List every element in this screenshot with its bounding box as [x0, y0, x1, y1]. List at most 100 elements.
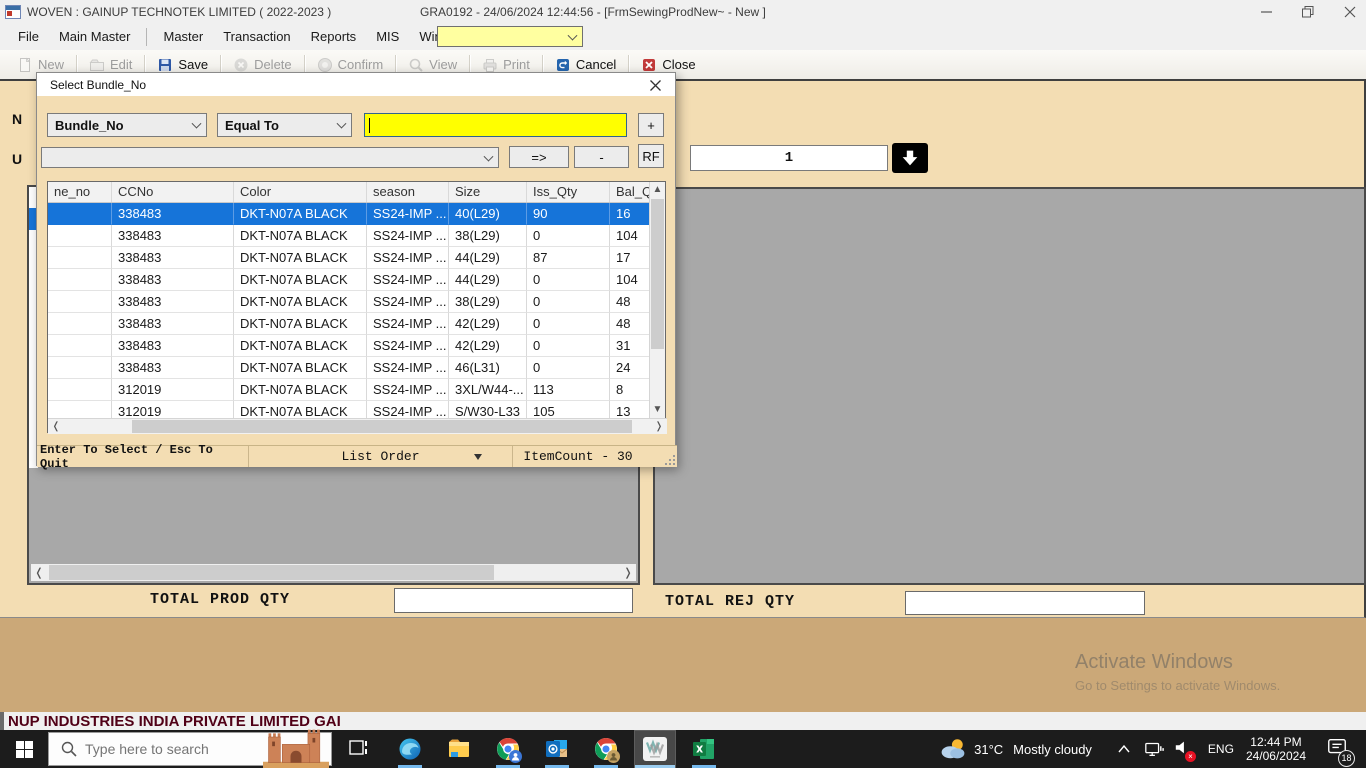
dialog-close-icon[interactable] — [647, 77, 663, 93]
table-cell: DKT-N07A BLACK — [234, 247, 367, 269]
dialog-hint: Enter To Select / Esc To Quit — [37, 446, 249, 467]
total-prod-qty-field[interactable] — [394, 588, 633, 613]
hscroll-thumb[interactable] — [49, 565, 494, 580]
task-view-icon[interactable] — [347, 737, 371, 761]
table-row[interactable]: 338483DKT-N07A BLACKSS24-IMP ...38(L29)0… — [48, 225, 651, 247]
table-row[interactable]: 312019DKT-N07A BLACKSS24-IMP ...3XL/W44-… — [48, 379, 651, 401]
scroll-down-icon[interactable]: ▼ — [650, 402, 665, 418]
left-panel-hscrollbar[interactable]: ❬ ❭ — [31, 564, 636, 581]
dialog-title-bar[interactable]: Select Bundle_No — [37, 73, 675, 96]
start-button[interactable] — [0, 730, 48, 768]
excel-icon[interactable] — [692, 737, 716, 761]
menu-reports[interactable]: Reports — [301, 25, 367, 48]
table-row[interactable]: 338483DKT-N07A BLACKSS24-IMP ...42(L29)0… — [48, 335, 651, 357]
table-cell — [48, 379, 112, 401]
table-cell: 8 — [610, 379, 651, 401]
language-indicator[interactable]: ENG — [1208, 742, 1234, 756]
edge-icon[interactable] — [398, 737, 422, 761]
total-rej-qty-field[interactable] — [905, 591, 1145, 615]
profile-avatar — [509, 750, 522, 763]
notification-center-icon[interactable]: 18 — [1326, 736, 1348, 763]
column-header[interactable]: Bal_Q — [610, 182, 651, 202]
scroll-up-icon[interactable]: ▲ — [650, 182, 665, 198]
windows-logo-icon — [16, 741, 33, 758]
search-input[interactable] — [85, 741, 255, 757]
menu-mis[interactable]: MIS — [366, 25, 409, 48]
table-cell: 104 — [610, 269, 651, 291]
file-explorer-icon[interactable] — [447, 737, 471, 761]
tray-chevron-up-icon[interactable] — [1118, 745, 1130, 753]
woven-app-icon — [643, 737, 667, 761]
chrome-profile2-icon[interactable] — [594, 737, 618, 761]
table-cell: 17 — [610, 247, 651, 269]
column-header[interactable]: CCNo — [112, 182, 234, 202]
clock[interactable]: 12:44 PM 24/06/2024 — [1246, 735, 1306, 763]
scroll-right-icon[interactable]: ❭ — [651, 419, 667, 434]
menu-transaction[interactable]: Transaction — [213, 25, 300, 48]
restore-icon[interactable] — [1302, 6, 1314, 18]
column-header[interactable]: Iss_Qty — [527, 182, 610, 202]
chrome-profile1-icon[interactable] — [496, 737, 520, 761]
table-cell: DKT-N07A BLACK — [234, 357, 367, 379]
table-row[interactable]: 338483DKT-N07A BLACKSS24-IMP ...42(L29)0… — [48, 313, 651, 335]
table-cell: 338483 — [112, 313, 234, 335]
minimize-icon[interactable] — [1261, 6, 1272, 17]
table-cell: 87 — [527, 247, 610, 269]
item-count: ItemCount - 30 — [513, 446, 643, 467]
column-header[interactable]: ne_no — [48, 182, 112, 202]
refresh-button[interactable]: RF — [638, 144, 664, 168]
outlook-icon[interactable] — [545, 737, 569, 761]
activate-windows-watermark: Activate Windows — [1075, 651, 1233, 674]
table-cell: 42(L29) — [449, 335, 527, 357]
rejection-grid-panel[interactable] — [653, 187, 1366, 585]
table-cell — [48, 313, 112, 335]
table-cell: SS24-IMP ... — [367, 313, 449, 335]
scroll-left-icon[interactable]: ❬ — [31, 564, 47, 581]
table-row[interactable]: 338483DKT-N07A BLACKSS24-IMP ...40(L29)9… — [48, 203, 651, 225]
table-row[interactable]: 338483DKT-N07A BLACKSS24-IMP ...38(L29)0… — [48, 291, 651, 313]
scroll-right-icon[interactable]: ❭ — [620, 564, 636, 581]
value-selector-combo[interactable] — [41, 147, 499, 168]
search-highlight-castle-illustration[interactable] — [263, 726, 329, 768]
operator-selector-combo[interactable]: Equal To — [217, 113, 352, 137]
table-row[interactable]: 338483DKT-N07A BLACKSS24-IMP ...46(L31)0… — [48, 357, 651, 379]
weather-condition[interactable]: Mostly cloudy — [1013, 742, 1092, 757]
scroll-left-icon[interactable]: ❬ — [48, 419, 64, 434]
hscroll-thumb[interactable] — [132, 420, 632, 433]
window-selector-combo[interactable] — [437, 26, 583, 47]
volume-muted-icon[interactable]: × — [1174, 738, 1192, 761]
table-row[interactable]: 338483DKT-N07A BLACKSS24-IMP ...44(L29)0… — [48, 269, 651, 291]
bundle-grid-header: ne_noCCNoColorseasonSizeIss_QtyBal_Q — [48, 182, 651, 203]
table-row[interactable]: 338483DKT-N07A BLACKSS24-IMP ...44(L29)8… — [48, 247, 651, 269]
woven-app-button-active[interactable] — [634, 730, 676, 768]
column-header[interactable]: season — [367, 182, 449, 202]
activate-windows-watermark-sub: Go to Settings to activate Windows. — [1075, 678, 1280, 693]
column-header[interactable]: Size — [449, 182, 527, 202]
temperature[interactable]: 31°C — [974, 742, 1003, 757]
vscroll-thumb[interactable] — [651, 199, 664, 349]
table-cell: 13 — [610, 401, 651, 418]
menu-separator — [146, 28, 147, 46]
close-red-icon — [641, 57, 657, 73]
remove-filter-button[interactable]: - — [574, 146, 629, 168]
close-window-icon[interactable] — [1344, 6, 1356, 18]
field-selector-combo[interactable]: Bundle_No — [47, 113, 207, 137]
record-number-field[interactable] — [690, 145, 888, 171]
apply-filter-button[interactable]: => — [509, 146, 569, 168]
grid-vscrollbar[interactable]: ▲ ▼ — [649, 182, 665, 418]
table-cell: 113 — [527, 379, 610, 401]
network-icon[interactable] — [1144, 739, 1164, 759]
column-header[interactable]: Color — [234, 182, 367, 202]
resize-grip[interactable] — [663, 453, 675, 465]
table-row[interactable]: 312019DKT-N07A BLACKSS24-IMP ...S/W30-L3… — [48, 401, 651, 418]
list-order-combo[interactable]: List Order — [249, 446, 513, 467]
taskbar-search[interactable] — [48, 732, 332, 766]
fetch-down-button[interactable] — [892, 143, 928, 173]
grid-hscrollbar[interactable]: ❬ ❭ — [48, 418, 667, 434]
add-filter-button[interactable]: + — [638, 113, 664, 137]
menu-main-master[interactable]: Main Master — [49, 25, 141, 48]
menu-master[interactable]: Master — [153, 25, 213, 48]
menu-file[interactable]: File — [8, 25, 49, 48]
weather-icon[interactable] — [940, 736, 966, 762]
filter-value-input[interactable] — [364, 113, 627, 137]
